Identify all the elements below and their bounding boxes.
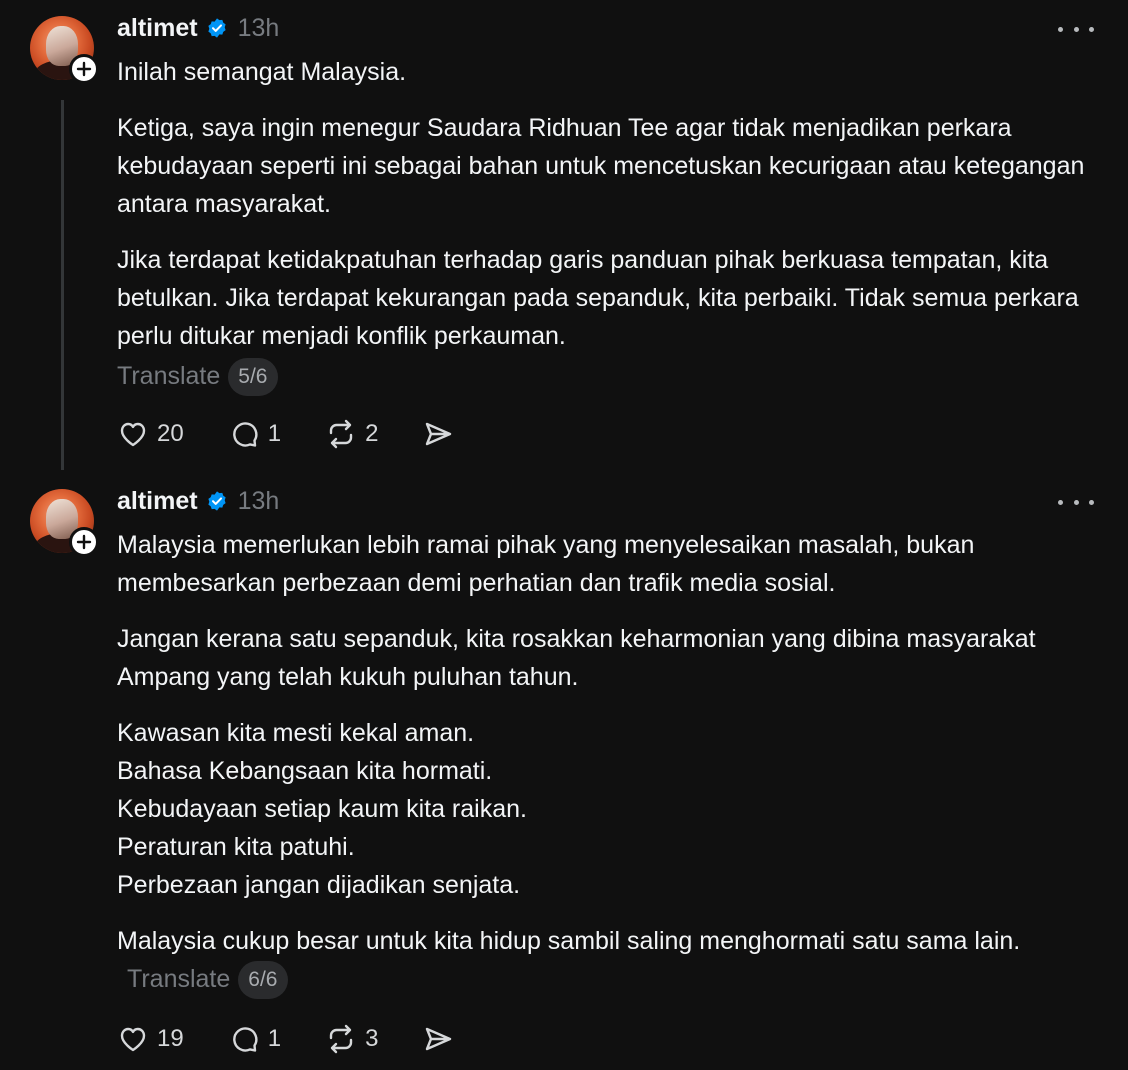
reply-count: 1 (267, 420, 282, 447)
thread-page-indicator: 6/6 (238, 961, 288, 1000)
avatar[interactable] (30, 489, 99, 557)
repost-icon (329, 419, 353, 449)
post-line: Kebudayaan setiap kaum kita raikan. (117, 795, 527, 823)
avatar[interactable] (30, 16, 99, 84)
verified-badge-icon (206, 17, 228, 39)
heart-icon (120, 1027, 146, 1052)
post-paragraph: Jika terdapat ketidakpatuhan terhadap ga… (117, 246, 1079, 350)
post-last-paragraph: Malaysia cukup besar untuk kita hidup sa… (117, 927, 1021, 955)
verified-badge-icon (206, 490, 228, 512)
username[interactable]: altimet (117, 487, 198, 516)
post-paragraph: Jangan kerana satu sepanduk, kita rosakk… (117, 625, 1036, 691)
plus-icon (76, 61, 92, 77)
post-actions: 20 1 2 (117, 418, 506, 450)
follow-button[interactable] (69, 527, 99, 557)
post-paragraph: Malaysia cukup besar untuk kita hidup sa… (117, 922, 1107, 1000)
like-button[interactable]: 20 (117, 418, 184, 450)
post-paragraph: Ketiga, saya ingin menegur Saudara Ridhu… (117, 114, 1085, 218)
plus-icon (76, 534, 92, 550)
repost-button[interactable]: 3 (325, 1023, 378, 1055)
thread-post-1: altimet 13h Inilah semangat Malaysia. Ke… (0, 0, 1128, 470)
share-icon (426, 422, 452, 446)
like-count: 19 (157, 1025, 184, 1052)
repost-count: 2 (365, 420, 379, 447)
post-line: Bahasa Kebangsaan kita hormati. (117, 757, 493, 785)
post-body: Inilah semangat Malaysia. Ketiga, saya i… (117, 53, 1107, 397)
share-icon (426, 1027, 452, 1051)
post-header: altimet 13h (117, 485, 279, 517)
reply-button[interactable]: 1 (228, 1023, 281, 1055)
reply-count: 1 (267, 1025, 282, 1052)
thread-connector (61, 100, 64, 470)
follow-button[interactable] (69, 54, 99, 84)
share-button[interactable] (422, 418, 462, 450)
username[interactable]: altimet (117, 14, 198, 43)
thread-post-2: altimet 13h Malaysia memerlukan lebih ra… (0, 473, 1128, 1070)
comment-icon (232, 1027, 258, 1052)
post-header: altimet 13h (117, 12, 279, 44)
thread-page-indicator: 5/6 (228, 358, 278, 397)
post-time: 13h (237, 486, 280, 515)
reply-button[interactable]: 1 (228, 418, 281, 450)
post-lines: Kawasan kita mesti kekal aman. Bahasa Ke… (117, 714, 1107, 904)
post-line: Peraturan kita patuhi. (117, 833, 355, 861)
post-paragraph: Inilah semangat Malaysia. (117, 58, 407, 86)
repost-button[interactable]: 2 (325, 418, 378, 450)
post-line: Perbezaan jangan dijadikan senjata. (117, 871, 521, 899)
repost-count: 3 (365, 1025, 379, 1052)
like-count: 20 (157, 420, 184, 447)
translate-link[interactable]: Translate (117, 362, 220, 390)
repost-icon (329, 1024, 353, 1054)
translate-link[interactable]: Translate (127, 965, 230, 993)
post-paragraph: Malaysia memerlukan lebih ramai pihak ya… (117, 531, 975, 597)
share-button[interactable] (422, 1023, 462, 1055)
post-body: Malaysia memerlukan lebih ramai pihak ya… (117, 526, 1107, 1000)
post-line: Kawasan kita mesti kekal aman. (117, 719, 475, 747)
post-time: 13h (237, 13, 280, 42)
more-options-icon[interactable] (1058, 491, 1094, 513)
comment-icon (232, 422, 258, 447)
like-button[interactable]: 19 (117, 1023, 184, 1055)
more-options-icon[interactable] (1058, 18, 1094, 40)
post-actions: 19 1 3 (117, 1023, 506, 1055)
heart-icon (120, 422, 146, 447)
